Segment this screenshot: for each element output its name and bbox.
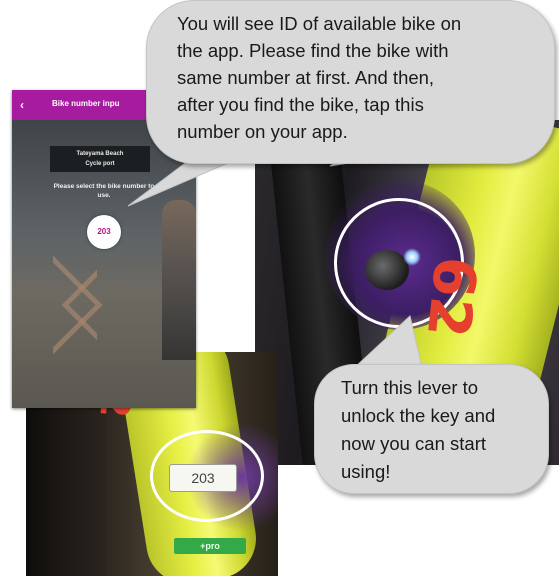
station-name-line2: Cycle port <box>85 161 115 167</box>
top-callout-line2: the app. Please find the bike with <box>177 40 449 61</box>
instruction-line1: Please select the bike number to <box>53 183 155 190</box>
bottom-callout-line4: using! <box>341 461 391 482</box>
bottom-callout-line3: now you can start <box>341 433 486 454</box>
bike-select-instruction: Please select the bike number to use. <box>12 182 196 200</box>
top-callout-line5: number on your app. <box>177 121 348 142</box>
fork-frame-number: 62 <box>413 253 490 341</box>
top-callout-line3: same number at first. And then, <box>177 67 435 88</box>
back-arrow-icon[interactable]: ‹ <box>20 98 32 112</box>
top-callout: You will see ID of available bike on the… <box>146 0 555 164</box>
top-callout-line4: after you find the bike, tap this <box>177 94 424 115</box>
station-name-box: Tateyama Beach Cycle port <box>50 146 150 172</box>
cyclist-figure <box>162 200 196 360</box>
station-name-line1: Tateyama Beach <box>76 151 124 157</box>
green-label: +pro <box>174 538 246 554</box>
app-header-title: Bike number inpu <box>52 99 120 108</box>
top-callout-line1: You will see ID of available bike on <box>177 13 462 34</box>
instruction-line2: use. <box>97 192 111 199</box>
bottom-callout-line2: unlock the key and <box>341 405 496 426</box>
bottom-callout-line1: Turn this lever to <box>341 377 479 398</box>
bike-id-button[interactable]: 203 <box>87 215 121 249</box>
bottom-callout: Turn this lever to unlock the key and no… <box>314 364 549 494</box>
sticker-highlight-circle <box>150 430 264 522</box>
